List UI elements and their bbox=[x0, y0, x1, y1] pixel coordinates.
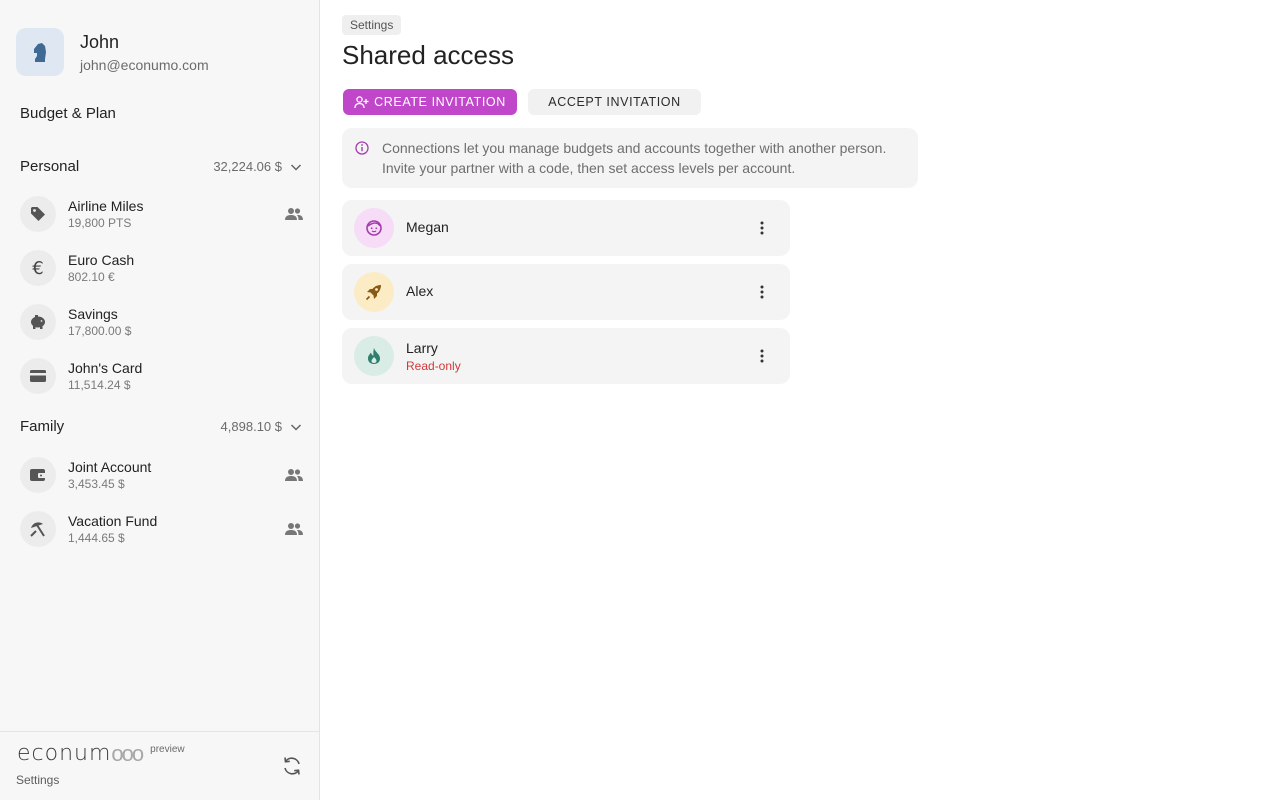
account-balance: 3,453.45 $ bbox=[68, 477, 125, 491]
account-savings[interactable]: Savings 17,800.00 $ bbox=[20, 300, 304, 344]
account-vacation-fund[interactable]: Vacation Fund 1,444.65 $ bbox=[20, 507, 304, 551]
credit-card-icon bbox=[30, 370, 46, 382]
wallet-icon bbox=[30, 469, 46, 481]
preview-badge: preview bbox=[150, 744, 185, 755]
breadcrumb[interactable]: Settings bbox=[342, 15, 402, 35]
connection-role-badge: Read-only bbox=[406, 359, 461, 373]
tag-icon bbox=[31, 207, 45, 221]
shared-people-icon bbox=[285, 523, 303, 535]
account-johns-card[interactable]: John's Card 11,514.24 $ bbox=[20, 354, 304, 398]
chess-knight-icon bbox=[34, 43, 46, 62]
sidebar: John john@econumo.com Budget & Plan Pers… bbox=[0, 0, 320, 800]
app-logo: econum ooo preview bbox=[17, 742, 185, 766]
account-name: Vacation Fund bbox=[68, 513, 158, 529]
beach-umbrella-icon bbox=[30, 522, 45, 537]
connection-item[interactable]: Megan bbox=[342, 200, 790, 256]
more-vertical-icon bbox=[760, 221, 764, 235]
accept-invitation-label: ACCEPT INVITATION bbox=[548, 95, 681, 109]
folder-name: Family bbox=[20, 418, 65, 435]
folder-total: 32,224.06 $ bbox=[213, 159, 282, 174]
sync-button[interactable] bbox=[278, 752, 306, 780]
create-invitation-button[interactable]: CREATE INVITATION bbox=[343, 89, 517, 115]
logo-ooo: ooo bbox=[111, 741, 144, 766]
more-vertical-icon bbox=[760, 285, 764, 299]
info-icon bbox=[355, 141, 369, 155]
connection-avatar bbox=[354, 336, 394, 376]
chevron-down-icon[interactable] bbox=[288, 159, 304, 175]
shared-people-icon bbox=[285, 469, 303, 481]
connection-menu-button[interactable] bbox=[750, 282, 774, 302]
connection-name: Megan bbox=[406, 219, 449, 235]
connection-avatar bbox=[354, 208, 394, 248]
account-balance: 802.10 € bbox=[68, 270, 115, 284]
connection-name: Alex bbox=[406, 283, 434, 299]
add-person-icon bbox=[354, 95, 369, 108]
account-joint-account[interactable]: Joint Account 3,453.45 $ bbox=[20, 453, 304, 497]
account-name: Joint Account bbox=[68, 459, 152, 475]
account-name: Euro Cash bbox=[68, 252, 135, 268]
fire-icon bbox=[368, 348, 380, 364]
accept-invitation-button[interactable]: ACCEPT INVITATION bbox=[528, 89, 701, 115]
connection-item[interactable]: Larry Read-only bbox=[342, 328, 790, 384]
account-balance: 11,514.24 $ bbox=[68, 378, 131, 392]
user-email: john@econumo.com bbox=[80, 57, 209, 73]
connection-avatar bbox=[354, 272, 394, 312]
face-icon bbox=[366, 220, 382, 236]
connection-menu-button[interactable] bbox=[750, 346, 774, 366]
account-name: Savings bbox=[68, 306, 118, 322]
info-line-1: Connections let you manage budgets and a… bbox=[382, 140, 887, 156]
user-profile[interactable]: John john@econumo.com bbox=[16, 28, 209, 76]
folder-personal[interactable]: Personal 32,224.06 $ bbox=[20, 158, 304, 175]
user-avatar bbox=[16, 28, 64, 76]
account-name: John's Card bbox=[68, 360, 143, 376]
page-title: Shared access bbox=[342, 40, 514, 70]
sync-icon bbox=[284, 757, 300, 775]
info-line-2: Invite your partner with a code, then se… bbox=[382, 160, 796, 176]
budget-plan-link[interactable]: Budget & Plan bbox=[20, 105, 116, 122]
shared-people-icon bbox=[285, 208, 303, 220]
connection-menu-button[interactable] bbox=[750, 218, 774, 238]
folder-name: Personal bbox=[20, 158, 80, 175]
chevron-down-icon[interactable] bbox=[288, 419, 304, 435]
create-invitation-label: CREATE INVITATION bbox=[374, 95, 506, 109]
account-name: Airline Miles bbox=[68, 198, 144, 214]
account-balance: 17,800.00 $ bbox=[68, 324, 132, 338]
account-euro-cash[interactable]: € Euro Cash 802.10 € bbox=[20, 246, 304, 290]
euro-icon: € bbox=[32, 257, 44, 279]
folder-total: 4,898.10 $ bbox=[220, 419, 282, 434]
more-vertical-icon bbox=[760, 349, 764, 363]
user-name: John bbox=[80, 32, 120, 52]
connection-name: Larry bbox=[406, 340, 438, 356]
folder-family[interactable]: Family 4,898.10 $ bbox=[20, 418, 304, 435]
info-banner: Connections let you manage budgets and a… bbox=[342, 128, 918, 188]
logo-text: econum bbox=[17, 741, 112, 766]
piggy-bank-icon bbox=[31, 315, 45, 329]
settings-link[interactable]: Settings bbox=[16, 773, 59, 787]
rocket-icon bbox=[365, 285, 381, 301]
account-balance: 1,444.65 $ bbox=[68, 531, 125, 545]
account-airline-miles[interactable]: Airline Miles 19,800 PTS bbox=[20, 192, 304, 236]
account-balance: 19,800 PTS bbox=[68, 216, 132, 230]
sidebar-footer: econum ooo preview Settings bbox=[0, 731, 320, 800]
connection-item[interactable]: Alex bbox=[342, 264, 790, 320]
